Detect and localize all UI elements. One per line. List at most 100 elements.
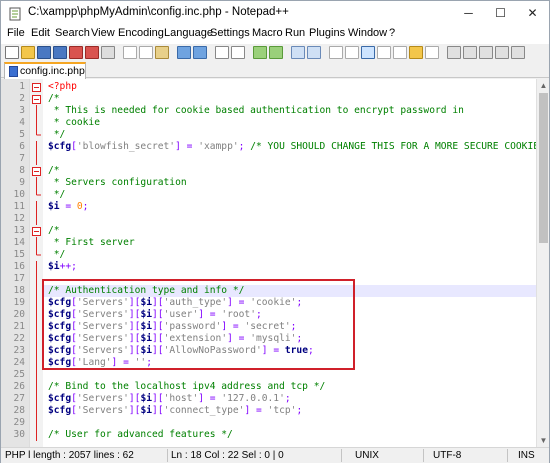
- code-text: * cookie: [48, 117, 100, 129]
- scroll-up-icon[interactable]: ▲: [537, 79, 550, 92]
- close-file-icon[interactable]: [69, 46, 83, 59]
- notepadpp-window: C:\xampp\phpMyAdmin\config.inc.php - Not…: [0, 0, 550, 463]
- menu-edit[interactable]: Edit: [31, 27, 50, 39]
- line-number: 17: [13, 273, 25, 284]
- zoom-out-icon[interactable]: [269, 46, 283, 59]
- line-number: 16: [13, 261, 25, 272]
- zoom-in-icon[interactable]: [253, 46, 267, 59]
- fold-line-icon: [36, 285, 37, 297]
- code-editor[interactable]: 1 <?php 2/* 3 * This is needed for cookie b…: [1, 79, 536, 447]
- line-number: 23: [13, 345, 25, 356]
- line-number: 25: [13, 369, 25, 380]
- code-line: 3 * This is needed for cookie based auth…: [1, 105, 536, 117]
- fold-toggle-icon[interactable]: [32, 225, 41, 237]
- language-icon[interactable]: [377, 46, 391, 59]
- vertical-scrollbar[interactable]: ▲ ▼: [536, 79, 549, 447]
- line-number: 1: [19, 81, 25, 92]
- play-macro-icon[interactable]: [479, 46, 493, 59]
- menu-encoding[interactable]: Encoding: [118, 27, 164, 39]
- code-line: 1 <?php: [1, 81, 536, 93]
- code-text: /*: [48, 225, 60, 237]
- line-number: 4: [19, 117, 25, 128]
- copy-icon[interactable]: [139, 46, 153, 59]
- new-file-icon[interactable]: [5, 46, 19, 59]
- replace-icon[interactable]: [231, 46, 245, 59]
- folder-workspace-icon[interactable]: [425, 46, 439, 59]
- undo-icon[interactable]: [177, 46, 191, 59]
- code-token: ] =: [244, 405, 268, 416]
- find-icon[interactable]: [215, 46, 229, 59]
- code-text: $cfg['Servers'][$i]['connect_type'] = 't…: [48, 405, 302, 417]
- fold-end-icon: [36, 189, 41, 196]
- line-number: 14: [13, 237, 25, 248]
- fold-toggle-icon[interactable]: [32, 81, 41, 93]
- code-token: */: [48, 129, 66, 140]
- print-icon[interactable]: [101, 46, 115, 59]
- menu-run[interactable]: Run: [285, 27, 305, 39]
- menu-macro[interactable]: Macro: [252, 27, 283, 39]
- line-number: 22: [13, 333, 25, 344]
- code-token: ][: [152, 393, 164, 404]
- line-number: 20: [13, 309, 25, 320]
- scrollbar-thumb[interactable]: [539, 93, 548, 243]
- code-token: 'connect_type': [163, 405, 245, 416]
- fold-line-icon: [36, 105, 37, 117]
- save-macro-icon[interactable]: [511, 46, 525, 59]
- menu-help[interactable]: ?: [389, 27, 395, 39]
- line-number: 2: [19, 93, 25, 104]
- show-all-chars-icon[interactable]: [345, 46, 359, 59]
- redo-icon[interactable]: [193, 46, 207, 59]
- maximize-button[interactable]: ☐: [484, 1, 517, 26]
- close-all-icon[interactable]: [85, 46, 99, 59]
- record-macro-icon[interactable]: [447, 46, 461, 59]
- fold-end-icon: [36, 249, 41, 256]
- menu-file[interactable]: File: [7, 27, 25, 39]
- tab-config-inc-php[interactable]: config.inc.php: [4, 62, 86, 79]
- menu-window[interactable]: Window: [348, 27, 387, 39]
- open-file-icon[interactable]: [21, 46, 35, 59]
- code-line: 12: [1, 213, 536, 225]
- word-wrap-icon[interactable]: [329, 46, 343, 59]
- code-token: =: [59, 201, 77, 212]
- fold-line-icon: [36, 117, 37, 129]
- cut-icon[interactable]: [123, 46, 137, 59]
- function-list-icon[interactable]: [409, 46, 423, 59]
- code-line: 2 /*: [1, 93, 536, 105]
- run-macro-multiple-icon[interactable]: [495, 46, 509, 59]
- line-number: 5: [19, 129, 25, 140]
- code-line: 8 /*: [1, 165, 536, 177]
- annotation-highlight-box: [42, 279, 355, 370]
- sync-horizontal-icon[interactable]: [307, 46, 321, 59]
- line-number: 19: [13, 297, 25, 308]
- fold-toggle-icon[interactable]: [32, 165, 41, 177]
- minimize-button[interactable]: ─: [452, 1, 485, 26]
- code-text: * Servers configuration: [48, 177, 187, 189]
- code-text: * This is needed for cookie based authen…: [48, 105, 464, 117]
- fold-toggle-icon[interactable]: [32, 93, 41, 105]
- doc-map-icon[interactable]: [393, 46, 407, 59]
- sync-vertical-icon[interactable]: [291, 46, 305, 59]
- code-token: $i: [48, 201, 60, 212]
- scroll-down-icon[interactable]: ▼: [537, 434, 550, 447]
- menu-plugins[interactable]: Plugins: [309, 27, 345, 39]
- indent-guide-icon[interactable]: [361, 46, 375, 59]
- code-token: */: [48, 189, 66, 200]
- code-token: */: [48, 249, 66, 260]
- save-all-icon[interactable]: [53, 46, 67, 59]
- line-number: 26: [13, 381, 25, 392]
- toolbar: [1, 44, 549, 62]
- fold-line-icon: [36, 153, 37, 165]
- paste-icon[interactable]: [155, 46, 169, 59]
- close-button[interactable]: ✕: [516, 1, 549, 26]
- code-token: /* User for advanced features */: [48, 429, 233, 440]
- menu-search[interactable]: Search: [55, 27, 90, 39]
- menu-language[interactable]: Language: [164, 27, 213, 39]
- code-token: $i: [140, 393, 152, 404]
- code-token: '127.0.0.1': [221, 393, 285, 404]
- stop-macro-icon[interactable]: [463, 46, 477, 59]
- fold-line-icon: [36, 201, 37, 213]
- menu-settings[interactable]: Settings: [210, 27, 250, 39]
- status-separator: [341, 449, 342, 462]
- save-icon[interactable]: [37, 46, 51, 59]
- menu-view[interactable]: View: [91, 27, 115, 39]
